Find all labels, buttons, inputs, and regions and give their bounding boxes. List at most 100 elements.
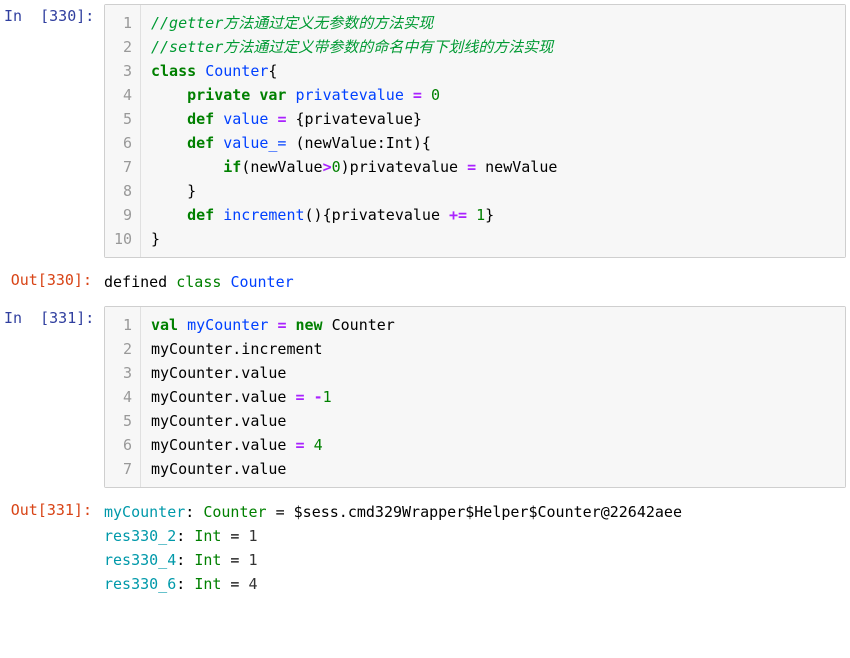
token: : [185,503,203,521]
token [214,134,223,152]
token: res330_2 [104,527,176,545]
token: - [314,388,323,406]
token: = [296,436,305,454]
output-prompt: Out[330]: [4,268,104,296]
line-number: 3 [113,59,132,83]
line-number: 5 [113,107,132,131]
token: { [268,62,277,80]
code-area[interactable]: 12345678910//getter方法通过定义无参数的方法实现//sette… [104,4,846,258]
token: def [187,134,214,152]
token [286,86,295,104]
token: = [467,158,476,176]
token: 4 [249,575,258,593]
token: myCounter [187,316,268,334]
token: Counter [323,316,395,334]
token: (){privatevalue [305,206,450,224]
token: increment [223,206,304,224]
code-line[interactable]: myCounter.value [151,409,835,433]
line-number: 9 [113,203,132,227]
line-number-gutter: 12345678910 [105,5,141,257]
code-line[interactable]: myCounter.value [151,457,835,481]
code-line[interactable]: myCounter.value [151,361,835,385]
code-line[interactable]: //setter方法通过定义带参数的命名中有下划线的方法实现 [151,35,835,59]
input-cell: In [331]:1234567val myCounter = new Coun… [4,306,846,488]
token: class [151,62,196,80]
token: 1 [249,551,258,569]
token [151,206,187,224]
code-line[interactable]: //getter方法通过定义无参数的方法实现 [151,11,835,35]
code-line[interactable]: if(newValue>0)privatevalue = newValue [151,155,835,179]
token: = [413,86,422,104]
token [467,206,476,224]
token: new [296,316,323,334]
token: Counter [230,273,293,291]
code-lines[interactable]: val myCounter = new CountermyCounter.inc… [141,307,845,487]
code-line[interactable]: def increment(){privatevalue += 1} [151,203,835,227]
code-line[interactable]: private var privatevalue = 0 [151,83,835,107]
token [178,316,187,334]
line-number: 5 [113,409,132,433]
output-line: res330_4: Int = 1 [104,548,846,572]
line-number: 8 [113,179,132,203]
line-number: 4 [113,385,132,409]
output-content: myCounter: Counter = $sess.cmd329Wrapper… [104,498,846,598]
token: Counter [205,62,268,80]
token: class [176,273,221,291]
token: } [151,230,160,248]
output-line: res330_2: Int = 1 [104,524,846,548]
token: myCounter.value [151,388,296,406]
line-number: 4 [113,83,132,107]
line-number: 2 [113,337,132,361]
code-line[interactable]: def value = {privatevalue} [151,107,835,131]
line-number: 1 [113,11,132,35]
code-line[interactable]: val myCounter = new Counter [151,313,835,337]
input-content: 1234567val myCounter = new CountermyCoun… [104,306,846,488]
token: 1 [476,206,485,224]
code-line[interactable]: def value_= (newValue:Int){ [151,131,835,155]
token [151,110,187,128]
token: = [221,527,248,545]
token [422,86,431,104]
token: 1 [249,527,258,545]
token: if [223,158,241,176]
output-content: defined class Counter [104,268,846,296]
token [151,86,187,104]
token: res330_6 [104,575,176,593]
token: = $sess.cmd329Wrapper$Helper$Counter@226… [267,503,682,521]
token: myCounter.value [151,436,296,454]
code-line[interactable]: class Counter{ [151,59,835,83]
input-prompt: In [331]: [4,306,104,488]
code-line[interactable]: myCounter.value = 4 [151,433,835,457]
token: def [187,110,214,128]
token: Counter [203,503,266,521]
code-line[interactable]: } [151,227,835,251]
token: : [176,551,194,569]
input-cell: In [330]:12345678910//getter方法通过定义无参数的方法… [4,4,846,258]
output-line: defined class Counter [104,270,846,294]
token: myCounter.value [151,412,286,430]
input-prompt: In [330]: [4,4,104,258]
token [404,86,413,104]
output-line: myCounter: Counter = $sess.cmd329Wrapper… [104,500,846,524]
token: value_= [223,134,286,152]
output-cell: Out[331]:myCounter: Counter = $sess.cmd3… [4,498,846,598]
token: (newValue:Int){ [286,134,431,152]
token [151,158,223,176]
code-area[interactable]: 1234567val myCounter = new CountermyCoun… [104,306,846,488]
code-line[interactable]: myCounter.increment [151,337,835,361]
token: )privatevalue [341,158,467,176]
token: 0 [431,86,440,104]
line-number: 2 [113,35,132,59]
line-number-gutter: 1234567 [105,307,141,487]
line-number: 7 [113,155,132,179]
code-lines[interactable]: //getter方法通过定义无参数的方法实现//setter方法通过定义带参数的… [141,5,845,257]
token: } [151,182,196,200]
token: } [485,206,494,224]
code-line[interactable]: myCounter.value = -1 [151,385,835,409]
code-line[interactable]: } [151,179,835,203]
token: myCounter.value [151,364,286,382]
output-line: res330_6: Int = 4 [104,572,846,596]
token [196,62,205,80]
token: private [187,86,250,104]
token: value [223,110,268,128]
